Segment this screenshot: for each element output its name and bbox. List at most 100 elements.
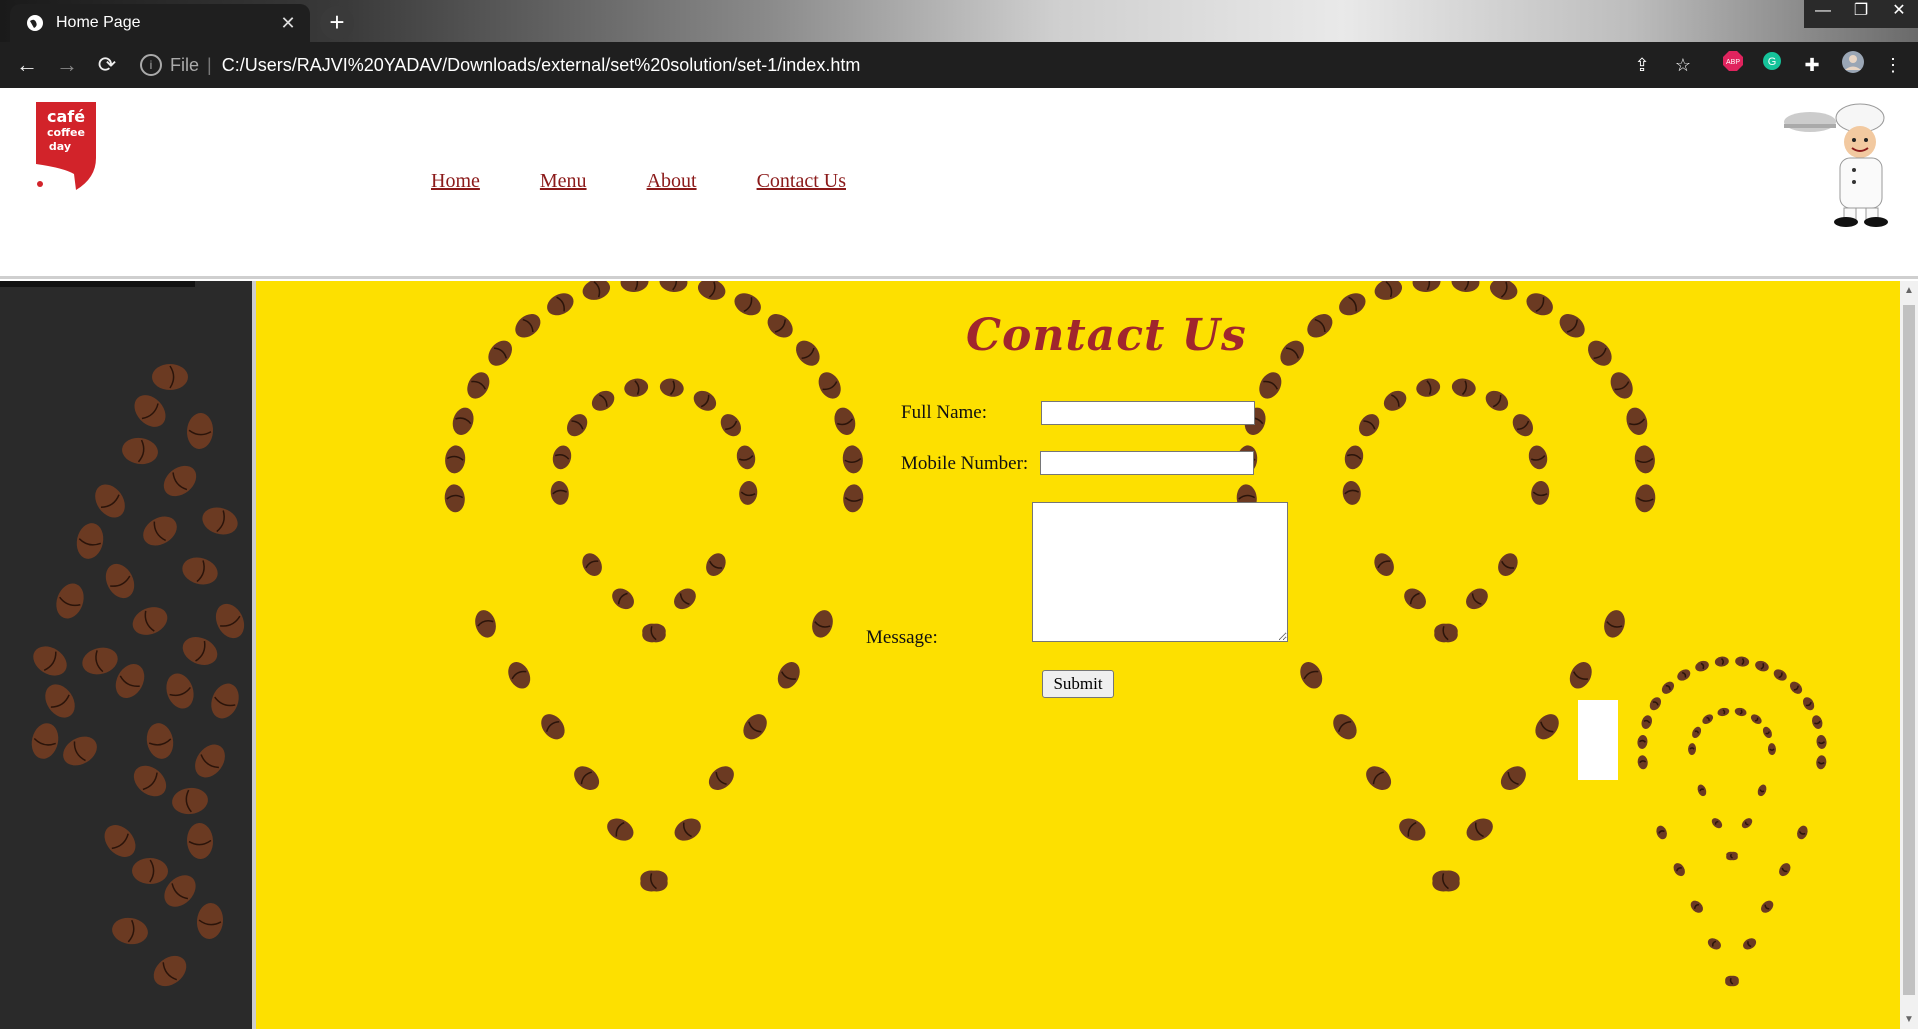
coffee-bean <box>95 484 125 518</box>
coffee-bean <box>1333 714 1357 740</box>
nav-home-link[interactable]: Home <box>431 170 480 193</box>
address-bar[interactable]: i File | C:/Users/RAJVI%20YADAV/Download… <box>140 48 1580 82</box>
abp-icon[interactable]: ABP <box>1718 50 1748 80</box>
coffee-bean <box>1342 480 1361 505</box>
coffee-bean <box>1761 900 1774 913</box>
coffee-bean <box>674 588 696 610</box>
globe-icon <box>27 15 43 31</box>
coffee-bean <box>1366 766 1392 790</box>
avatar[interactable] <box>1838 50 1868 80</box>
coffee-bean <box>112 917 148 945</box>
coffee-bean <box>843 484 864 513</box>
url-text[interactable]: C:/Users/RAJVI%20YADAV/Downloads/externa… <box>222 48 861 82</box>
site-header <box>0 88 1918 279</box>
close-window-button[interactable]: ✕ <box>1880 0 1918 22</box>
coffee-bean <box>1637 734 1648 749</box>
coffee-bean <box>1531 480 1550 505</box>
coffee-bean <box>1690 900 1703 913</box>
contact-section <box>256 271 1900 1029</box>
coffee-bean <box>196 903 224 939</box>
kebab-menu-icon[interactable]: ⋮ <box>1878 50 1908 80</box>
coffee-bean <box>1526 293 1553 316</box>
grammarly-icon[interactable]: G <box>1757 50 1787 80</box>
coffee-bean <box>697 279 726 300</box>
cafe-coffee-day-logo[interactable]: café coffee day <box>34 100 98 190</box>
coffee-bean-pattern <box>444 271 1827 987</box>
coffee-bean <box>115 663 145 699</box>
coffee-bean <box>1416 378 1441 397</box>
coffee-bean <box>1604 610 1625 638</box>
back-icon[interactable]: ← <box>12 50 42 80</box>
scroll-up-icon[interactable]: ▲ <box>1904 285 1914 296</box>
coffee-bean <box>1434 623 1458 643</box>
coffee-bean <box>708 766 734 790</box>
coffee-bean <box>1811 715 1823 729</box>
coffee-bean <box>624 378 649 397</box>
star-icon[interactable]: ☆ <box>1668 50 1698 80</box>
coffee-bean <box>582 279 611 300</box>
coffee-bean <box>202 507 238 535</box>
coffee-bean <box>1569 662 1592 689</box>
svg-text:day: day <box>49 140 71 153</box>
coffee-bean <box>1707 938 1721 950</box>
browser-tab[interactable]: Home Page ✕ <box>10 4 310 42</box>
message-label: Message: <box>866 627 938 648</box>
coffee-bean <box>1802 697 1815 711</box>
nav-about-link[interactable]: About <box>647 170 697 193</box>
minimize-button[interactable]: — <box>1804 0 1842 22</box>
forward-icon[interactable]: → <box>52 50 82 80</box>
message-textarea[interactable] <box>1032 502 1288 642</box>
coffee-bean <box>1702 714 1714 725</box>
coffee-bean <box>734 293 761 316</box>
coffee-bean <box>842 445 863 474</box>
page-scrollbar[interactable]: ▲ ▼ <box>1900 281 1918 1029</box>
coffee-bean <box>1695 660 1709 672</box>
submit-button[interactable]: Submit <box>1042 670 1114 698</box>
full-name-field[interactable] <box>1041 401 1255 425</box>
coffee-bean <box>1711 818 1723 829</box>
decor-white-corner <box>1578 700 1618 780</box>
nav-menu-link[interactable]: Menu <box>540 170 587 193</box>
puzzle-icon[interactable]: ✚ <box>1797 50 1827 80</box>
coffee-bean <box>1489 279 1518 300</box>
reload-icon[interactable]: ⟳ <box>92 50 122 80</box>
browser-toolbar: ← → ⟳ i File | C:/Users/RAJVI%20YADAV/Do… <box>0 42 1918 88</box>
coffee-bean <box>591 390 615 411</box>
coffee-bean <box>1688 743 1697 756</box>
coffee-bean <box>1725 975 1739 987</box>
mobile-number-field[interactable] <box>1040 451 1254 475</box>
coffee-bean <box>812 610 833 638</box>
coffee-bean <box>612 588 634 610</box>
restore-button[interactable]: ❐ <box>1842 0 1880 22</box>
coffee-bean <box>1734 707 1747 717</box>
coffee-bean <box>134 395 166 427</box>
scroll-down-icon[interactable]: ▼ <box>1904 1014 1914 1025</box>
coffee-bean <box>186 413 214 449</box>
info-icon[interactable]: i <box>140 54 162 76</box>
coffee-bean <box>659 271 688 292</box>
coffee-bean <box>163 465 197 497</box>
svg-text:café: café <box>47 107 85 126</box>
nav-contact-link[interactable]: Contact Us <box>757 170 846 193</box>
coffee-bean <box>1779 863 1791 877</box>
coffee-bean <box>1383 390 1407 411</box>
new-tab-button[interactable]: + <box>320 6 354 40</box>
close-tab-icon[interactable]: ✕ <box>280 13 296 34</box>
coffee-bean <box>1816 755 1827 770</box>
coffee-bean <box>1773 669 1787 681</box>
coffee-bean <box>582 553 602 576</box>
full-name-label: Full Name: <box>901 402 988 423</box>
coffee-bean <box>1259 372 1282 399</box>
coffee-bean <box>452 407 474 435</box>
coffee-bean <box>720 414 741 437</box>
tab-strip: Home Page ✕ + — ❐ ✕ <box>0 0 1918 42</box>
scrollbar-thumb[interactable] <box>1903 305 1915 995</box>
coffee-bean <box>195 744 225 778</box>
coffee-bean <box>1485 390 1509 411</box>
share-icon[interactable]: ⇪ <box>1627 50 1657 80</box>
coffee-bean <box>1649 697 1662 711</box>
coffee-bean <box>82 647 118 675</box>
coffee-bean <box>45 684 75 718</box>
coffee-bean <box>567 414 588 437</box>
coffee-bean <box>706 553 726 576</box>
